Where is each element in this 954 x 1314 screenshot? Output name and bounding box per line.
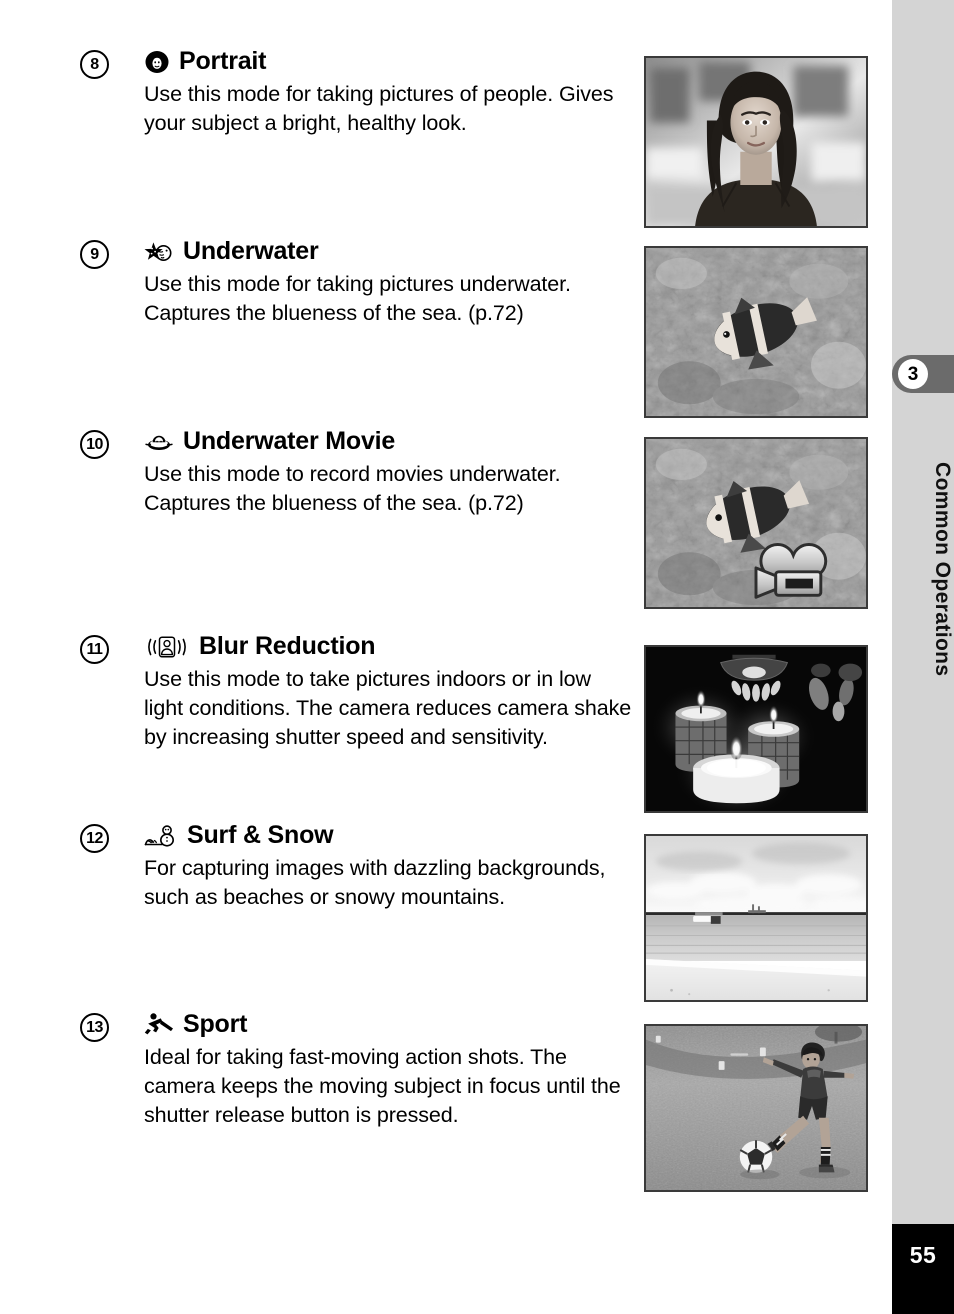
underwater-photo	[644, 246, 868, 418]
chapter-number-badge: 3	[898, 359, 928, 389]
entry-title-row: Blur Reduction	[144, 632, 634, 661]
chapter-title-vertical: Common Operations	[931, 461, 954, 677]
entry-description: For capturing images with dazzling backg…	[144, 855, 606, 909]
entry-description: Use this mode for taking pictures of peo…	[144, 81, 614, 135]
entry-title-row: Portrait	[144, 47, 634, 76]
entry-title: Blur Reduction	[199, 632, 376, 660]
sport-runner-icon	[144, 1012, 174, 1037]
entry-description: Ideal for taking fast-moving action shot…	[144, 1044, 621, 1127]
entry-title-row: Underwater	[144, 237, 634, 266]
surf-and-snow-icon	[144, 823, 178, 849]
underwater-movie-icon	[144, 430, 174, 454]
entry-title: Surf & Snow	[187, 821, 334, 849]
entry-body: Underwater Movie Use this mode to record…	[144, 427, 634, 518]
entry-title-row: Surf & Snow	[144, 821, 634, 850]
underwater-movie-photo	[644, 437, 868, 609]
entry-body: Blur Reduction Use this mode to take pic…	[144, 632, 634, 752]
entry-description: Use this mode to record movies underwate…	[144, 461, 561, 515]
entry-title: Underwater Movie	[183, 427, 396, 455]
entry-body: Surf & Snow For capturing images with da…	[144, 821, 634, 912]
entry-title: Underwater	[183, 237, 319, 265]
entry-title: Sport	[183, 1010, 248, 1038]
entry-description: Use this mode to take pictures indoors o…	[144, 666, 632, 749]
entry-body: Portrait Use this mode for taking pictur…	[144, 47, 634, 138]
blur-reduction-icon	[144, 634, 190, 660]
page-number-block	[892, 1224, 954, 1314]
page-number: 55	[909, 1242, 937, 1268]
entry-number-badge: 10	[80, 430, 109, 459]
movie-camera-badge	[754, 543, 828, 599]
underwater-starfish-icon	[144, 240, 174, 264]
entry-number-badge: 8	[80, 50, 109, 79]
surf-and-snow-photo	[644, 834, 868, 1002]
entry-description: Use this mode for taking pictures underw…	[144, 271, 571, 325]
entry-number-badge: 12	[80, 824, 109, 853]
sport-photo	[644, 1024, 868, 1192]
entry-number-badge: 13	[80, 1013, 109, 1042]
manual-page: 3 Common Operations 55 8 Portrait Use th…	[0, 0, 954, 1314]
portrait-photo	[644, 56, 868, 228]
entry-title: Portrait	[179, 47, 267, 75]
portrait-face-icon	[144, 50, 170, 74]
entry-body: Sport Ideal for taking fast-moving actio…	[144, 1010, 634, 1130]
blur-reduction-photo	[644, 645, 868, 813]
entry-number-badge: 11	[80, 635, 109, 664]
entry-body: Underwater Use this mode for taking pict…	[144, 237, 634, 328]
entry-title-row: Underwater Movie	[144, 427, 634, 456]
entry-number-badge: 9	[80, 240, 109, 269]
entry-title-row: Sport	[144, 1010, 634, 1039]
